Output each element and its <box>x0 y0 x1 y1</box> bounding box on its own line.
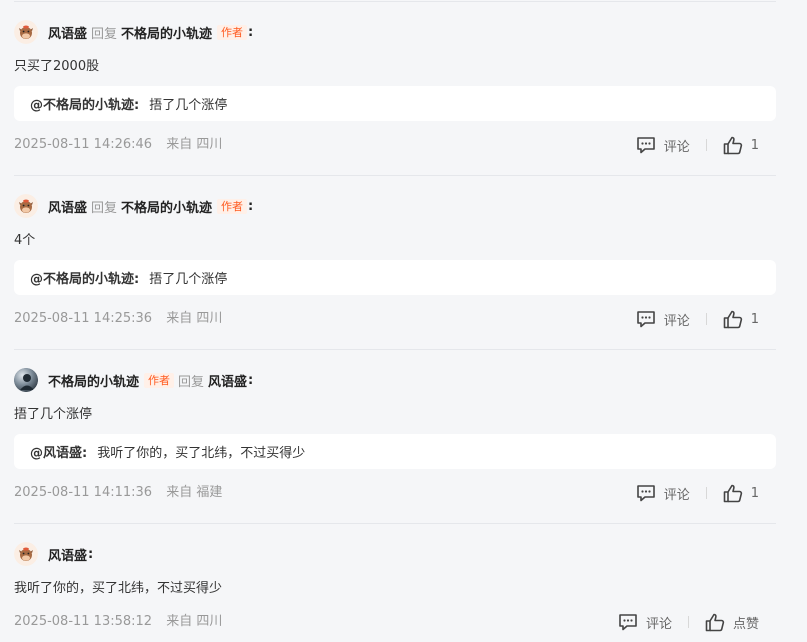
thumbs-up-icon <box>723 310 742 328</box>
colon: : <box>88 546 94 562</box>
comment-text: 4个 <box>14 233 36 248</box>
reply-word: 回复 <box>91 200 118 216</box>
like-button[interactable]: 1 <box>723 310 759 329</box>
comment-actions: 评论 1 <box>636 134 759 156</box>
user-avatar[interactable] <box>14 20 38 44</box>
reply-to-username[interactable]: 不格局的小轨迹 <box>121 23 212 42</box>
divider <box>14 349 776 350</box>
like-count: 1 <box>750 485 759 501</box>
quoted-user[interactable]: @风语盛: <box>30 442 87 461</box>
username[interactable]: 风语盛 <box>48 197 87 216</box>
comment-text: 捂了几个涨停 <box>14 407 93 422</box>
author-badge: 作者 <box>144 372 175 388</box>
like-label: 点赞 <box>732 616 759 632</box>
like-button[interactable]: 1 <box>723 136 759 155</box>
like-button[interactable]: 点赞 <box>705 613 759 632</box>
user-avatar[interactable] <box>14 368 38 392</box>
comment-label: 评论 <box>663 313 690 329</box>
quoted-text: 捂了几个涨停 <box>149 272 228 287</box>
cow-avatar-icon <box>14 20 38 44</box>
divider <box>14 523 776 524</box>
comment-time: 2025-08-11 14:26:46 <box>14 137 153 152</box>
comment-bubble-icon <box>619 614 637 631</box>
comment-header: 风语盛 回复 不格局的小轨迹 作者 : <box>14 20 253 44</box>
comment-location: 来自 福建 <box>166 485 223 500</box>
comment-actions: 评论 1 <box>636 308 759 330</box>
comment-label: 评论 <box>645 616 672 632</box>
author-badge: 作者 <box>217 198 248 214</box>
comment-time: 2025-08-11 14:25:36 <box>14 311 153 326</box>
divider <box>14 1 776 2</box>
reply-word: 回复 <box>178 374 205 390</box>
username[interactable]: 不格局的小轨迹 <box>48 371 139 390</box>
quoted-comment[interactable]: @不格局的小轨迹: 捂了几个涨停 <box>14 260 776 295</box>
comment-header: 风语盛 : <box>14 542 93 566</box>
like-count: 1 <box>750 137 759 153</box>
divider <box>14 175 776 176</box>
comment-label: 评论 <box>663 487 690 503</box>
comment-meta: 2025-08-11 14:25:36 来自 四川 <box>14 310 222 328</box>
thumbs-up-icon <box>723 136 742 154</box>
comment-location: 来自 四川 <box>166 137 223 152</box>
quoted-text: 捂了几个涨停 <box>149 98 228 113</box>
quoted-comment[interactable]: @风语盛: 我听了你的，买了北纬，不过买得少 <box>14 434 776 469</box>
username[interactable]: 风语盛 <box>48 545 87 564</box>
cow-avatar-icon <box>14 542 38 566</box>
comment-meta: 2025-08-11 14:26:46 来自 四川 <box>14 136 222 154</box>
comment-actions: 评论 1 <box>636 482 759 504</box>
action-separator <box>705 139 707 151</box>
like-count: 1 <box>750 311 759 327</box>
colon: : <box>248 24 254 40</box>
action-separator <box>705 313 707 325</box>
comment-header: 不格局的小轨迹 作者 回复 风语盛 : <box>14 368 253 392</box>
colon: : <box>248 372 254 388</box>
colon: : <box>248 198 254 214</box>
person-photo-avatar-icon <box>14 368 38 392</box>
reply-to-username[interactable]: 风语盛 <box>208 371 247 390</box>
quoted-user[interactable]: @不格局的小轨迹: <box>30 268 139 287</box>
quoted-comment[interactable]: @不格局的小轨迹: 捂了几个涨停 <box>14 86 776 121</box>
comment-button[interactable]: 评论 <box>636 484 690 503</box>
comment-meta: 2025-08-11 13:58:12 来自 四川 <box>14 613 222 631</box>
comment-button[interactable]: 评论 <box>618 613 672 632</box>
comment-label: 评论 <box>663 139 690 155</box>
comment-button[interactable]: 评论 <box>636 310 690 329</box>
comment-bubble-icon <box>636 137 655 154</box>
comment-time: 2025-08-11 14:11:36 <box>14 485 153 500</box>
comment-text: 我听了你的，买了北纬，不过买得少 <box>14 581 223 596</box>
reply-word: 回复 <box>91 26 118 42</box>
quoted-user[interactable]: @不格局的小轨迹: <box>30 94 139 113</box>
quoted-text: 我听了你的，买了北纬，不过买得少 <box>97 446 306 461</box>
action-separator <box>687 616 689 628</box>
comment-item: 风语盛 回复 不格局的小轨迹 作者 : 只买了2000股 @不格局的小轨迹: 捂… <box>0 20 790 170</box>
user-avatar[interactable] <box>14 542 38 566</box>
comment-button[interactable]: 评论 <box>636 136 690 155</box>
comment-meta: 2025-08-11 14:11:36 来自 福建 <box>14 484 222 502</box>
comment-item: 风语盛 : 我听了你的，买了北纬，不过买得少 2025-08-11 13:58:… <box>0 542 790 642</box>
thumbs-up-icon <box>705 613 725 631</box>
comment-bubble-icon <box>636 485 655 502</box>
comment-list: 风语盛 回复 不格局的小轨迹 作者 : 只买了2000股 @不格局的小轨迹: 捂… <box>0 0 807 642</box>
reply-to-username[interactable]: 不格局的小轨迹 <box>121 197 212 216</box>
comment-text: 只买了2000股 <box>14 59 100 74</box>
thumbs-up-icon <box>723 484 742 502</box>
username[interactable]: 风语盛 <box>48 23 87 42</box>
comment-time: 2025-08-11 13:58:12 <box>14 614 153 629</box>
comment-location: 来自 四川 <box>166 614 223 629</box>
comment-location: 来自 四川 <box>166 311 223 326</box>
action-separator <box>705 487 707 499</box>
user-avatar[interactable] <box>14 194 38 218</box>
like-button[interactable]: 1 <box>723 484 759 503</box>
cow-avatar-icon <box>14 194 38 218</box>
comment-actions: 评论 点赞 <box>618 611 759 633</box>
comment-bubble-icon <box>636 311 655 328</box>
author-badge: 作者 <box>217 24 248 40</box>
comment-header: 风语盛 回复 不格局的小轨迹 作者 : <box>14 194 253 218</box>
comment-item: 不格局的小轨迹 作者 回复 风语盛 : 捂了几个涨停 @风语盛: 我听了你的，买… <box>0 368 790 518</box>
comment-item: 风语盛 回复 不格局的小轨迹 作者 : 4个 @不格局的小轨迹: 捂了几个涨停 … <box>0 194 790 344</box>
